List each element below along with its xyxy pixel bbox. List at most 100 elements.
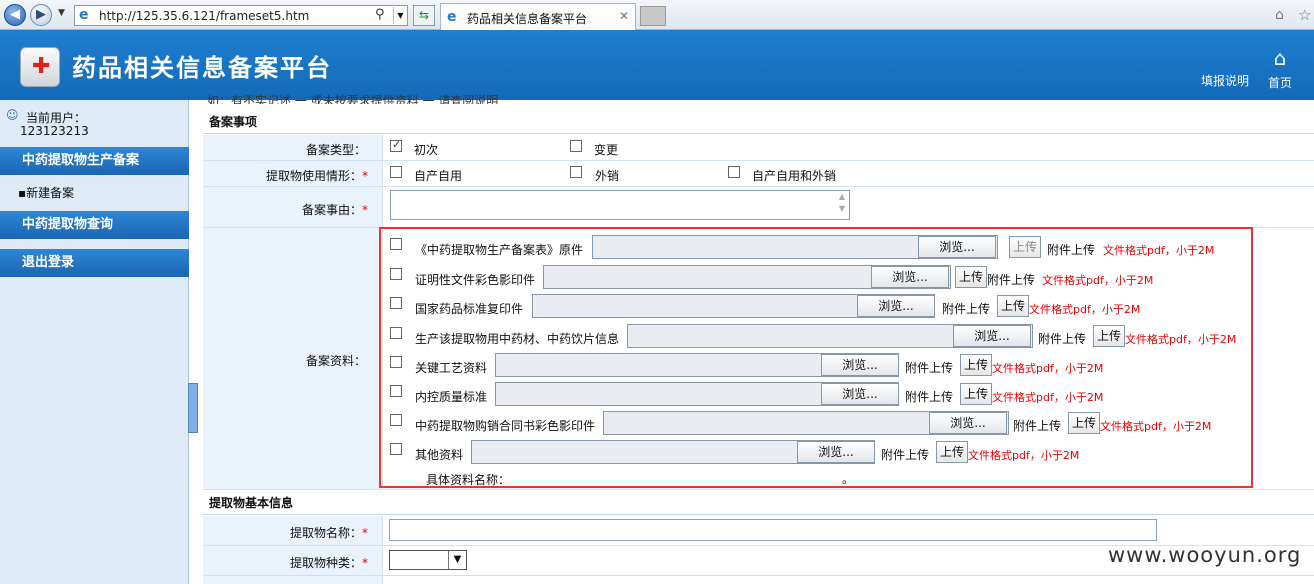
textarea-scrollbar[interactable]: ▲ ▼: [835, 191, 849, 219]
material-checkbox[interactable]: [390, 385, 402, 397]
usage-self-checkbox[interactable]: [390, 166, 402, 178]
required-mark: *: [362, 203, 368, 217]
material-label: 生产该提取物用中药材、中药饮片信息: [415, 332, 620, 346]
format-hint: 文件格式pdf，小于2M: [1042, 274, 1154, 287]
browser-tab[interactable]: e 药品相关信息备案平台 ✕: [440, 3, 636, 30]
browser-toolbar: ◀ ▶ ▼ e http://125.35.6.121/frameset5.ht…: [0, 0, 1314, 30]
material-checkbox[interactable]: [390, 327, 402, 339]
chevron-down-icon[interactable]: ▼: [448, 551, 466, 569]
menu-production-filing[interactable]: 中药提取物生产备案: [0, 147, 189, 175]
browse-button[interactable]: 浏览...: [821, 354, 899, 376]
ie-page-icon: e: [79, 7, 89, 23]
upload-button[interactable]: 上传: [997, 295, 1029, 317]
usage-export-label: 外销: [595, 169, 620, 183]
help-link[interactable]: 填报说明: [1201, 72, 1249, 89]
material-label: 其他资料: [415, 448, 464, 462]
new-tab-button[interactable]: [640, 6, 666, 26]
attach-label: 附件上传: [1047, 243, 1096, 257]
row-filing-type: 备案类型： 初次 变更: [203, 135, 1314, 161]
section-filing-items: 备案事项: [203, 110, 1314, 134]
menu-extract-query[interactable]: 中药提取物查询: [0, 211, 189, 239]
home-button[interactable]: ⌂ 首页: [1265, 46, 1295, 91]
upload-button[interactable]: 上传: [936, 441, 968, 463]
type-change-label: 变更: [594, 143, 619, 157]
usage-both-checkbox[interactable]: [728, 166, 740, 178]
required-mark: *: [362, 169, 368, 183]
format-hint: 文件格式pdf，小于2M: [968, 449, 1080, 462]
home-icon[interactable]: ⌂: [1275, 8, 1291, 22]
chevron-down-icon[interactable]: ▼: [393, 7, 407, 24]
upload-button[interactable]: 上传: [960, 383, 992, 405]
reason-textarea[interactable]: ▲ ▼: [390, 190, 850, 220]
extract-kind-select[interactable]: ▼: [389, 550, 467, 570]
browse-button[interactable]: 浏览...: [929, 412, 1007, 434]
site-title: 药品相关信息备案平台: [72, 53, 332, 82]
material-label: 国家药品标准复印件: [415, 302, 524, 316]
home-label: 首页: [1267, 76, 1292, 90]
browse-button[interactable]: 浏览...: [821, 383, 899, 405]
home-icon: ⌂: [1273, 46, 1287, 70]
usage-label: 提取物使用情形：: [265, 169, 362, 183]
format-hint: 文件格式pdf，小于2M: [1029, 303, 1141, 316]
menu-item-new-filing[interactable]: ▪新建备案: [18, 184, 74, 201]
section-extract-info: 提取物基本信息: [203, 491, 1314, 515]
watermark: www.wooyun.org: [1108, 543, 1302, 567]
material-label: 内控质量标准: [415, 390, 488, 404]
material-checkbox[interactable]: [390, 238, 402, 250]
extract-name-label: 提取物名称：: [289, 526, 362, 540]
required-mark: *: [362, 526, 368, 540]
close-icon[interactable]: ✕: [619, 9, 629, 23]
format-hint: 文件格式pdf，小于2M: [1103, 244, 1215, 257]
menu-logout[interactable]: 退出登录: [0, 249, 189, 277]
sidebar-collapse-handle[interactable]: [188, 383, 198, 433]
address-bar[interactable]: e http://125.35.6.121/frameset5.htm ⚲ ▼: [74, 5, 408, 26]
usage-export-checkbox[interactable]: [570, 166, 582, 178]
browse-button[interactable]: 浏览...: [871, 266, 949, 288]
upload-button[interactable]: 上传: [955, 266, 987, 288]
attach-label: 附件上传: [1038, 332, 1087, 346]
browse-button[interactable]: 浏览...: [857, 295, 935, 317]
format-hint: 文件格式pdf，小于2M: [1100, 420, 1212, 433]
usage-self-label: 自产自用: [414, 169, 463, 183]
material-checkbox[interactable]: [390, 414, 402, 426]
upload-button[interactable]: 上传: [960, 354, 992, 376]
material-label: 中药提取物购销合同书彩色影印件: [415, 419, 596, 433]
extract-name-input[interactable]: [389, 519, 1157, 541]
row-extract-name: 提取物名称：*: [203, 516, 1314, 546]
back-arrow-icon[interactable]: ◀: [4, 4, 26, 26]
format-hint: 文件格式pdf，小于2M: [1125, 333, 1237, 346]
material-label: 关键工艺资料: [415, 361, 488, 375]
type-change-checkbox[interactable]: [570, 140, 582, 152]
material-checkbox[interactable]: [390, 268, 402, 280]
attach-label: 附件上传: [881, 448, 930, 462]
extract-kind-label: 提取物种类：: [289, 556, 362, 570]
filing-type-label: 备案类型：: [305, 143, 366, 157]
browse-button[interactable]: 浏览...: [797, 441, 875, 463]
url-text[interactable]: http://125.35.6.121/frameset5.htm: [99, 9, 309, 23]
type-first-checkbox[interactable]: [390, 138, 402, 152]
format-hint: 文件格式pdf，小于2M: [992, 391, 1104, 404]
format-hint: 文件格式pdf，小于2M: [992, 362, 1104, 375]
favorites-star-icon[interactable]: ☆: [1298, 6, 1311, 24]
browse-button[interactable]: 浏览...: [918, 236, 996, 258]
attach-label: 附件上传: [987, 273, 1036, 287]
material-checkbox[interactable]: [390, 443, 402, 455]
upload-button[interactable]: 上传: [1009, 236, 1041, 258]
tab-title: 药品相关信息备案平台: [467, 12, 588, 26]
material-checkbox[interactable]: [390, 297, 402, 309]
upload-button[interactable]: 上传: [1068, 412, 1100, 434]
forward-arrow-icon[interactable]: ▶: [30, 4, 52, 26]
material-label: 证明性文件彩色影印件: [415, 273, 536, 287]
upload-button[interactable]: 上传: [1093, 325, 1125, 347]
material-checkbox[interactable]: [390, 356, 402, 368]
material-label: 《中药提取物生产备案表》原件: [415, 243, 584, 257]
browse-button[interactable]: 浏览...: [953, 325, 1031, 347]
row-usage: 提取物使用情形：* 自产自用 外销 自产自用和外销: [203, 161, 1314, 187]
attach-label: 附件上传: [942, 302, 991, 316]
history-dropdown-icon[interactable]: ▼: [58, 8, 65, 18]
other-name-label: 具体资料名称：: [426, 473, 511, 487]
search-icon[interactable]: ⚲: [375, 7, 385, 22]
other-name-end: 。: [842, 472, 855, 486]
user-icon: ☺: [6, 108, 19, 122]
refresh-icon[interactable]: ⇆: [413, 5, 435, 26]
